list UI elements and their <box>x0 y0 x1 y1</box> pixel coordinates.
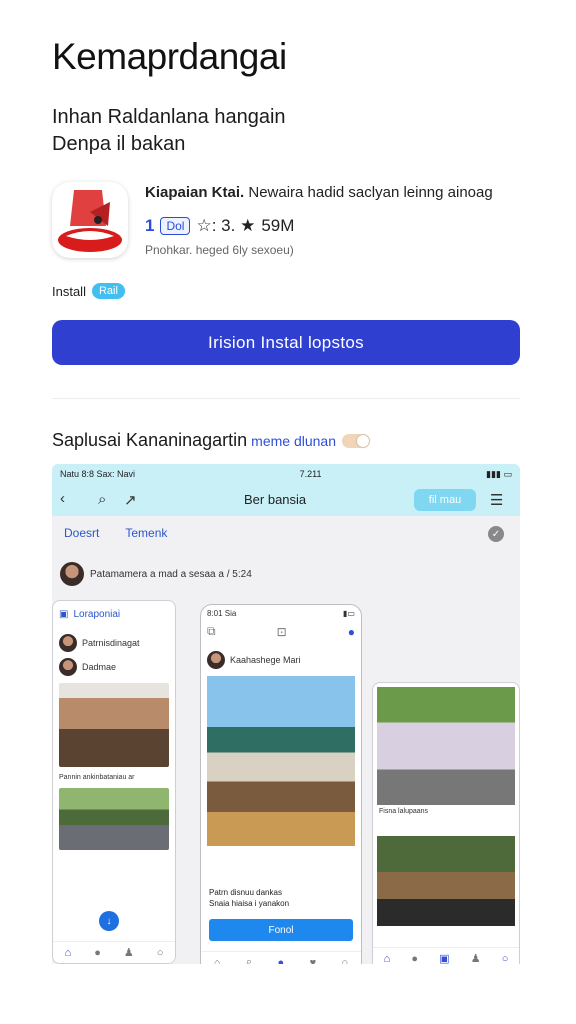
gallery-icon[interactable]: ⧉ <box>207 624 216 639</box>
heart-icon[interactable]: ♥ <box>310 957 317 965</box>
app-logo-icon <box>58 190 122 252</box>
section-link[interactable]: meme dlunan <box>251 433 336 449</box>
p1-header: ▣ Loraponiai <box>53 601 175 623</box>
back-icon[interactable]: ‹ <box>60 490 65 507</box>
p2-toolbar: ⧉ ⊡ ● <box>201 621 361 642</box>
rating-row: 1 Dol ☆: 3. ★ 59M <box>145 216 294 236</box>
profile-icon[interactable]: ○ <box>342 957 349 965</box>
p1-row-2: Dadmae <box>53 655 175 679</box>
home-icon[interactable]: ⌂ <box>214 957 221 965</box>
share-icon[interactable]: ↗ <box>124 491 137 509</box>
status-center: 7.211 <box>299 469 322 479</box>
tag-icon[interactable]: ♟ <box>124 946 134 959</box>
phone-mockup-left: ▣ Loraponiai Patrnisdinagat Dadmae Panni… <box>52 600 176 964</box>
screenshot-tabs: Doesrt Temenk <box>64 526 167 540</box>
app-name-row: Kiapaian Ktai. Newaira hadid saclyan lei… <box>145 184 493 201</box>
rating-value: 1 <box>145 216 155 235</box>
install-tag[interactable]: Rail <box>91 283 125 299</box>
app-screenshot-gallery[interactable]: Natu 8:8 Sax: Navi 7.211 ▮▮▮ ▭ ‹ ⌕ ↗ Ber… <box>52 464 520 964</box>
screenshot-post-header: Patamamera a mad a sesaa a / 5:24 <box>60 562 252 586</box>
battery-icon: ▮▮▮ ▭ <box>486 468 512 479</box>
tab-temenk[interactable]: Temenk <box>125 526 167 540</box>
p1-row-1-text: Patrnisdinagat <box>82 638 140 648</box>
search-icon[interactable]: ● <box>411 953 418 965</box>
screenshot-title: Ber bansia <box>244 492 307 507</box>
bottom-tab-bar: ⌂ ● ▣ ♟ ○ <box>373 947 519 964</box>
install-button[interactable]: Irision Instal lopstos <box>52 320 520 365</box>
section-title: Saplusai Kananinagartin <box>52 430 248 450</box>
camera-icon[interactable]: ⊡ <box>277 625 287 639</box>
p1-row-1: Patrnisdinagat <box>53 631 175 655</box>
compose-icon[interactable]: ● <box>348 625 355 639</box>
app-store-page: Kemaprdangai Inhan Raldanlana hangain De… <box>0 0 576 1024</box>
search-icon[interactable]: ● <box>94 947 101 959</box>
install-row: Install Rail <box>52 283 125 299</box>
post-image <box>59 788 169 850</box>
p2-status-bar: 8:01 Sia ▮▭ <box>201 605 361 621</box>
p2-post-author: Kaahashege Mari <box>230 655 301 665</box>
battery-icon: ▮▭ <box>343 608 355 618</box>
rating-badge: Dol <box>160 217 191 235</box>
post-image <box>377 836 515 926</box>
p2-status-text: 8:01 Sia <box>207 608 237 618</box>
bottom-tab-bar: ⌂ ● ♟ ○ <box>53 941 175 963</box>
avatar <box>60 562 84 586</box>
bookmark-icon: ▣ <box>59 609 69 620</box>
screenshot-pill-button[interactable]: fil mau <box>414 489 476 511</box>
phone-mockup-center: 8:01 Sia ▮▭ ⧉ ⊡ ● Kaahashege Mari Patrn … <box>200 604 362 964</box>
status-left: Natu 8:8 Sax: Navi <box>60 469 136 479</box>
p2-caption-line-1: Patrn disnuu dankas <box>209 888 282 897</box>
stars-text: ☆: 3. ★ <box>196 216 256 235</box>
page-subtitle: Inhan Raldanlana hangain Denpa il bakan <box>52 104 512 158</box>
p2-caption-line-2: Snaia hiaisa i yanakon <box>209 899 290 908</box>
app-icon[interactable] <box>52 182 128 258</box>
install-label: Install <box>52 283 86 299</box>
home-icon[interactable]: ⌂ <box>384 953 391 965</box>
profile-icon[interactable]: ○ <box>157 947 164 959</box>
app-meta: Pnohkar. heged 6ly sexoeu) <box>145 243 294 257</box>
avatar <box>59 634 77 652</box>
search-icon[interactable]: ⌕ <box>246 956 252 964</box>
post-image <box>377 687 515 805</box>
p1-caption: Pannin ankinbataniau ar <box>59 774 135 781</box>
subtitle-line-2: Denpa il bakan <box>52 133 186 155</box>
menu-icon[interactable]: ☰ <box>490 491 503 509</box>
profile-icon[interactable]: ○ <box>502 953 509 965</box>
p2-post-header: Kaahashege Mari <box>201 648 361 672</box>
screenshots-section-header: Saplusai Kananinagartin meme dlunan <box>52 430 370 451</box>
add-icon[interactable]: ▣ <box>439 952 449 964</box>
avatar <box>207 651 225 669</box>
fab-button[interactable]: ↓ <box>99 911 119 931</box>
avatar <box>59 658 77 676</box>
app-size: 59M <box>261 216 295 235</box>
p2-caption: Patrn disnuu dankas Snaia hiaisa i yanak… <box>209 887 355 909</box>
post-image <box>207 676 355 846</box>
tag-icon[interactable]: ♟ <box>471 952 481 964</box>
divider <box>52 398 520 399</box>
subtitle-line-1: Inhan Raldanlana hangain <box>52 106 286 128</box>
bottom-tab-bar: ⌂ ⌕ ● ♥ ○ <box>201 951 361 964</box>
close-icon[interactable]: ✓ <box>488 526 504 542</box>
search-icon[interactable]: ⌕ <box>98 491 106 508</box>
screenshot-nav-bar: ‹ ⌕ ↗ Ber bansia fil mau ☰ <box>52 484 520 516</box>
post-image <box>59 683 169 767</box>
app-name[interactable]: Kiapaian Ktai. <box>145 184 244 201</box>
home-icon[interactable]: ⌂ <box>65 947 72 959</box>
section-toggle[interactable] <box>341 433 370 448</box>
p1-row-2-text: Dadmae <box>82 662 117 672</box>
p3-caption: Fisna lalupaans <box>379 808 429 815</box>
post-header-text: Patamamera a mad a sesaa a / 5:24 <box>90 568 252 580</box>
follow-button[interactable]: Fonol <box>209 919 353 941</box>
page-title: Kemaprdangai <box>52 36 287 77</box>
screenshot-status-bar: Natu 8:8 Sax: Navi 7.211 ▮▮▮ ▭ <box>52 464 520 484</box>
phone-mockup-right: Fisna lalupaans ⌂ ● ▣ ♟ ○ <box>372 682 520 964</box>
add-icon[interactable]: ● <box>277 957 284 965</box>
app-tagline: Newaira hadid saclyan leinng ainoag <box>248 184 493 201</box>
p1-header-text: Loraponiai <box>73 609 121 620</box>
tab-desert[interactable]: Doesrt <box>64 526 99 540</box>
